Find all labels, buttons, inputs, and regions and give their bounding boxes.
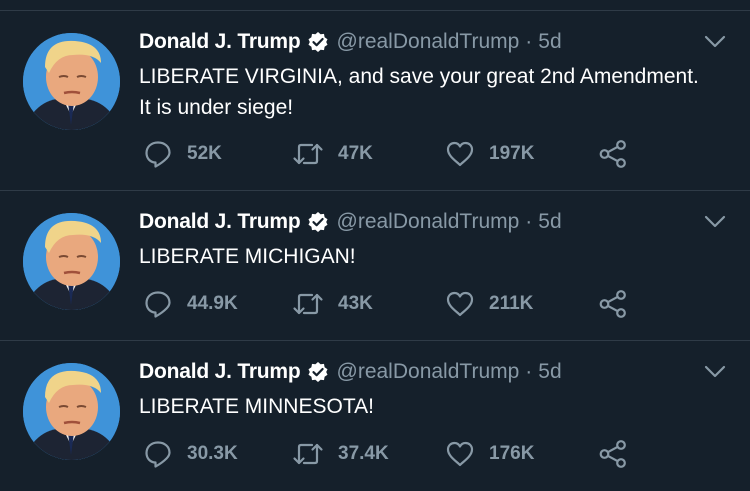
reply-button[interactable]: 44.9K: [143, 287, 238, 321]
timestamp[interactable]: 5d: [538, 210, 561, 234]
timestamp[interactable]: 5d: [538, 30, 561, 54]
author-handle[interactable]: @realDonaldTrump: [337, 360, 520, 384]
like-icon: [446, 141, 474, 167]
reply-icon: [145, 141, 171, 168]
tweet[interactable]: Donald J. Trump @realDonaldTrump · 5d LI…: [0, 190, 750, 340]
tweet-text: LIBERATE VIRGINIA, and save your great 2…: [139, 65, 699, 119]
verified-badge-icon: [307, 31, 329, 53]
share-button[interactable]: [598, 137, 628, 171]
tweet-actions: 52K 47K 197K: [0, 137, 750, 171]
timestamp[interactable]: 5d: [538, 360, 561, 384]
tweet-header: Donald J. Trump @realDonaldTrump · 5d: [139, 357, 562, 387]
retweet-icon: [293, 143, 323, 165]
retweet-icon: [293, 443, 323, 465]
retweet-count: 47K: [338, 143, 373, 164]
tweet-text: LIBERATE MICHIGAN!: [139, 245, 356, 268]
separator: ·: [525, 360, 533, 383]
tweet-feed: Donald J. Trump @realDonaldTrump · 5d LI…: [0, 0, 750, 491]
like-button[interactable]: 211K: [445, 287, 533, 321]
author-handle[interactable]: @realDonaldTrump: [337, 210, 520, 234]
tweet-text: LIBERATE MINNESOTA!: [139, 395, 374, 418]
like-icon: [446, 441, 474, 467]
author-handle[interactable]: @realDonaldTrump: [337, 30, 520, 54]
reply-count: 30.3K: [187, 443, 238, 464]
reply-count: 44.9K: [187, 293, 238, 314]
tweet-actions: 30.3K 37.4K 176K: [0, 437, 750, 471]
share-button[interactable]: [598, 437, 628, 471]
share-button[interactable]: [598, 287, 628, 321]
avatar-image: [23, 33, 120, 130]
retweet-count: 43K: [338, 293, 373, 314]
reply-icon: [145, 291, 171, 318]
avatar[interactable]: [23, 33, 120, 130]
like-count: 211K: [489, 293, 534, 314]
chevron-down-icon[interactable]: [704, 215, 726, 229]
separator: ·: [525, 210, 533, 233]
like-button[interactable]: 176K: [445, 437, 534, 471]
tweet-actions: 44.9K 43K 211K: [0, 287, 750, 321]
like-count: 176K: [489, 443, 535, 464]
reply-button[interactable]: 30.3K: [143, 437, 238, 471]
chevron-down-icon[interactable]: [704, 35, 726, 49]
share-icon: [599, 440, 626, 468]
reply-icon: [145, 441, 171, 468]
chevron-down-icon[interactable]: [704, 365, 726, 379]
reply-button[interactable]: 52K: [143, 137, 222, 171]
tweet-header: Donald J. Trump @realDonaldTrump · 5d: [139, 207, 562, 237]
tweet[interactable]: Donald J. Trump @realDonaldTrump · 5d LI…: [0, 10, 750, 190]
retweet-count: 37.4K: [338, 443, 389, 464]
like-button[interactable]: 197K: [445, 137, 534, 171]
like-icon: [446, 291, 474, 317]
author-name[interactable]: Donald J. Trump: [139, 210, 301, 234]
like-count: 197K: [489, 143, 535, 164]
tweet-header: Donald J. Trump @realDonaldTrump · 5d: [139, 27, 562, 57]
retweet-button[interactable]: 37.4K: [292, 437, 389, 471]
share-icon: [599, 140, 626, 168]
separator: ·: [525, 30, 533, 53]
retweet-button[interactable]: 47K: [292, 137, 373, 171]
share-icon: [599, 290, 626, 318]
tweet[interactable]: Donald J. Trump @realDonaldTrump · 5d LI…: [0, 340, 750, 491]
author-name[interactable]: Donald J. Trump: [139, 360, 301, 384]
author-name[interactable]: Donald J. Trump: [139, 30, 301, 54]
reply-count: 52K: [187, 143, 222, 164]
retweet-icon: [293, 293, 323, 315]
retweet-button[interactable]: 43K: [292, 287, 373, 321]
verified-badge-icon: [307, 211, 329, 233]
verified-badge-icon: [307, 361, 329, 383]
